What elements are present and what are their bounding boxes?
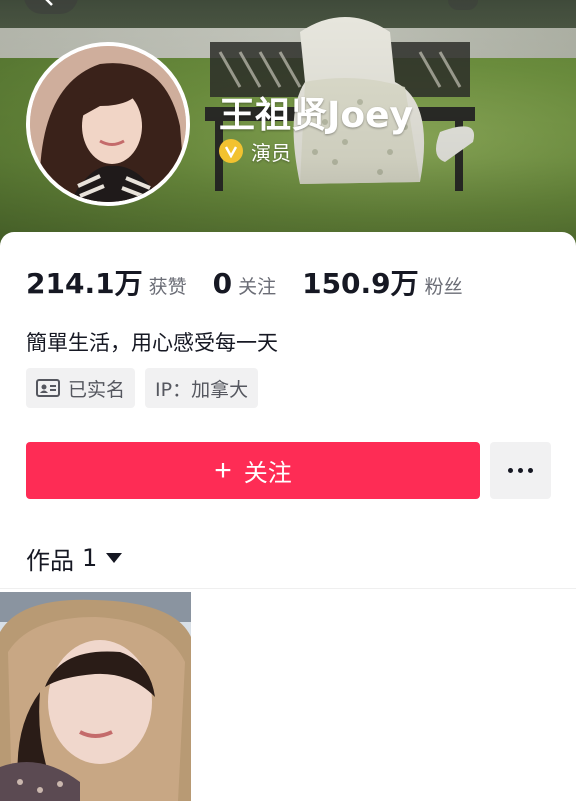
followers-label[interactable]: 粉丝 bbox=[425, 272, 463, 299]
profile-tags: 已实名 IP：加拿大 bbox=[26, 368, 259, 408]
real-name-label: 已实名 bbox=[68, 378, 126, 401]
follow-button[interactable]: + 关注 bbox=[26, 442, 480, 499]
avatar-portrait bbox=[30, 46, 186, 202]
more-dot bbox=[528, 468, 533, 473]
stats-row: 214.1万 获赞 0 关注 150.9万 粉丝 bbox=[26, 262, 489, 302]
more-options-button[interactable] bbox=[490, 442, 551, 499]
video-thumbnail[interactable] bbox=[0, 592, 191, 801]
verified-v-icon bbox=[219, 139, 243, 163]
ip-location-label: IP：加拿大 bbox=[155, 378, 249, 401]
followers-count[interactable]: 150.9万 bbox=[302, 262, 419, 302]
verification-row: 演员 bbox=[219, 138, 291, 165]
profile-name: 王祖贤Joey bbox=[219, 95, 414, 136]
follow-label: 关注 bbox=[243, 460, 292, 487]
tab-divider bbox=[0, 588, 576, 589]
likes-label[interactable]: 获赞 bbox=[149, 272, 187, 299]
verification-label: 演员 bbox=[251, 140, 291, 165]
caret-down-icon[interactable] bbox=[105, 552, 123, 564]
following-count[interactable]: 0 bbox=[213, 267, 232, 300]
likes-count[interactable]: 214.1万 bbox=[26, 262, 143, 302]
profile-bio: 簡單生活，用心感受每一天 bbox=[26, 331, 278, 355]
id-card-icon bbox=[36, 379, 60, 397]
back-arrow-icon bbox=[45, 0, 53, 6]
real-name-tag[interactable]: 已实名 bbox=[26, 368, 136, 408]
more-dot bbox=[518, 468, 523, 473]
more-dots-icon bbox=[508, 468, 513, 473]
works-label: 作品 bbox=[26, 546, 74, 575]
works-count: 1 bbox=[82, 544, 98, 572]
avatar[interactable] bbox=[26, 42, 190, 206]
following-label[interactable]: 关注 bbox=[238, 272, 276, 299]
video-thumbnail-image bbox=[0, 592, 191, 801]
plus-icon: + bbox=[214, 453, 232, 487]
tab-works[interactable]: 作品 1 bbox=[26, 540, 123, 576]
ip-location-tag[interactable]: IP：加拿大 bbox=[145, 368, 259, 408]
